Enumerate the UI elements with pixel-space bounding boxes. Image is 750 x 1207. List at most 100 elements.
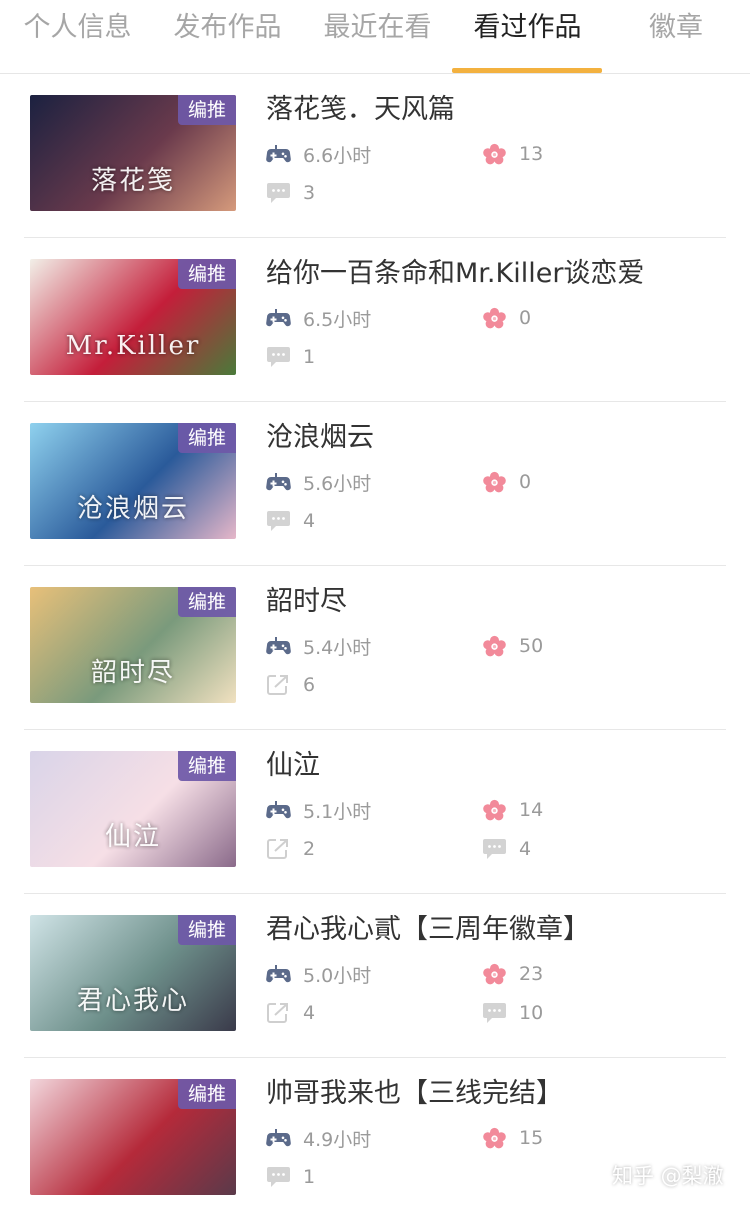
gamepad-icon — [266, 143, 291, 165]
work-list-item[interactable]: 仙泣 编推 仙泣 5.1小时 14 2 4 — [0, 730, 750, 894]
comment-count-stat-value: 10 — [519, 1002, 544, 1024]
flower-count-stat: 50 — [482, 632, 543, 660]
cover-title-text: 落花笺 — [90, 166, 175, 196]
editor-pick-badge: 编推 — [178, 587, 236, 617]
comment-count-stat: 1 — [266, 343, 315, 371]
editor-pick-badge: 编推 — [178, 1079, 236, 1109]
playtime-stat: 4.9小时 — [266, 1124, 371, 1152]
work-title[interactable]: 沧浪烟云 — [266, 420, 374, 456]
comment-count-stat: 1 — [266, 1163, 315, 1191]
flower-icon — [482, 635, 507, 657]
flower-count-stat: 0 — [482, 304, 531, 332]
playtime-stat-value: 6.5小时 — [303, 308, 372, 331]
flower-icon — [482, 799, 507, 821]
editor-pick-badge: 编推 — [178, 95, 236, 125]
share-icon — [266, 838, 291, 860]
work-cover-image[interactable]: 韶时尽 编推 — [30, 587, 236, 703]
watermark-text: 知乎 @梨澈 — [612, 1164, 724, 1188]
work-cover-image[interactable]: 编推 — [30, 1079, 236, 1195]
playtime-stat: 6.5小时 — [266, 304, 371, 332]
flower-count-stat: 0 — [482, 468, 531, 496]
flower-count-stat-value: 0 — [519, 471, 532, 493]
work-cover-image[interactable]: 落花笺 编推 — [30, 95, 236, 211]
work-list-item[interactable]: 落花笺 编推 落花笺．天风篇 6.6小时 13 3 — [0, 74, 750, 238]
work-title[interactable]: 仙泣 — [266, 748, 320, 784]
playtime-stat: 5.4小时 — [266, 632, 371, 660]
tab-recently-viewed[interactable]: 最近在看 — [320, 10, 435, 46]
work-cover-image[interactable]: Mr.Killer 编推 — [30, 259, 236, 375]
playtime-stat-value: 5.1小时 — [303, 800, 372, 823]
share-count-stat: 6 — [266, 671, 315, 699]
cover-title-text: 韶时尽 — [90, 658, 175, 688]
comment-count-stat-value: 1 — [303, 346, 316, 368]
comment-count-stat-value: 3 — [303, 182, 316, 204]
comment-icon — [482, 1002, 507, 1024]
flower-icon — [482, 1127, 507, 1149]
tab-badges[interactable]: 徽章 — [646, 10, 706, 46]
work-title[interactable]: 落花笺．天风篇 — [266, 92, 455, 128]
work-title[interactable]: 韶时尽 — [266, 584, 347, 620]
comment-icon — [266, 510, 291, 532]
playtime-stat-value: 4.9小时 — [303, 1128, 372, 1151]
flower-count-stat: 13 — [482, 140, 543, 168]
comment-icon — [266, 182, 291, 204]
comment-icon — [482, 838, 507, 860]
work-list-item[interactable]: Mr.Killer 编推 给你一百条命和Mr.Killer谈恋爱 6.5小时 0… — [0, 238, 750, 402]
share-count-stat: 2 — [266, 835, 315, 863]
cover-title-text: 君心我心 — [76, 986, 189, 1016]
flower-icon — [482, 143, 507, 165]
flower-count-stat-value: 14 — [519, 799, 544, 821]
tab-viewed-works[interactable]: 看过作品 — [470, 10, 585, 46]
flower-count-stat-value: 50 — [519, 635, 544, 657]
gamepad-icon — [266, 307, 291, 329]
comment-count-stat: 3 — [266, 179, 315, 207]
work-title[interactable]: 帅哥我来也【三线完结】 — [266, 1076, 563, 1112]
playtime-stat-value: 5.6小时 — [303, 472, 372, 495]
comment-count-stat: 4 — [482, 835, 531, 863]
flower-count-stat-value: 15 — [519, 1127, 544, 1149]
work-cover-image[interactable]: 沧浪烟云 编推 — [30, 423, 236, 539]
flower-icon — [482, 307, 507, 329]
cover-title-text: Mr.Killer — [65, 331, 201, 361]
comment-count-stat-value: 4 — [519, 838, 532, 860]
comment-icon — [266, 346, 291, 368]
work-title[interactable]: 君心我心貳【三周年徽章】 — [266, 912, 590, 948]
playtime-stat-value: 5.4小时 — [303, 636, 372, 659]
share-count-stat-value: 2 — [303, 838, 316, 860]
share-count-stat: 4 — [266, 999, 315, 1027]
gamepad-icon — [266, 635, 291, 657]
share-icon — [266, 674, 291, 696]
share-icon — [266, 1002, 291, 1024]
comment-icon — [266, 1166, 291, 1188]
flower-count-stat: 15 — [482, 1124, 543, 1152]
work-list-item[interactable]: 韶时尽 编推 韶时尽 5.4小时 50 6 — [0, 566, 750, 730]
flower-count-stat-value: 13 — [519, 143, 544, 165]
work-cover-image[interactable]: 仙泣 编推 — [30, 751, 236, 867]
playtime-stat-value: 6.6小时 — [303, 144, 372, 167]
tab-published-works[interactable]: 发布作品 — [170, 10, 285, 46]
gamepad-icon — [266, 471, 291, 493]
comment-count-stat: 10 — [482, 999, 543, 1027]
share-count-stat-value: 6 — [303, 674, 316, 696]
editor-pick-badge: 编推 — [178, 259, 236, 289]
flower-icon — [482, 963, 507, 985]
work-cover-image[interactable]: 君心我心 编推 — [30, 915, 236, 1031]
editor-pick-badge: 编推 — [178, 751, 236, 781]
flower-icon — [482, 471, 507, 493]
work-list-item[interactable]: 沧浪烟云 编推 沧浪烟云 5.6小时 0 4 — [0, 402, 750, 566]
editor-pick-badge: 编推 — [178, 915, 236, 945]
playtime-stat-value: 5.0小时 — [303, 964, 372, 987]
tab-personal-info[interactable]: 个人信息 — [20, 10, 135, 46]
gamepad-icon — [266, 963, 291, 985]
tab-bar: 个人信息 发布作品 最近在看 看过作品 徽章 — [0, 0, 750, 74]
work-list-item[interactable]: 君心我心 编推 君心我心貳【三周年徽章】 5.0小时 23 4 10 — [0, 894, 750, 1058]
active-tab-indicator — [452, 68, 602, 73]
playtime-stat: 6.6小时 — [266, 140, 371, 168]
flower-count-stat-value: 23 — [519, 963, 544, 985]
work-title[interactable]: 给你一百条命和Mr.Killer谈恋爱 — [266, 256, 644, 292]
playtime-stat: 5.0小时 — [266, 960, 371, 988]
comment-count-stat-value: 4 — [303, 510, 316, 532]
share-count-stat-value: 4 — [303, 1002, 316, 1024]
cover-title-text: 沧浪烟云 — [76, 494, 189, 524]
cover-title-text: 仙泣 — [104, 822, 161, 852]
